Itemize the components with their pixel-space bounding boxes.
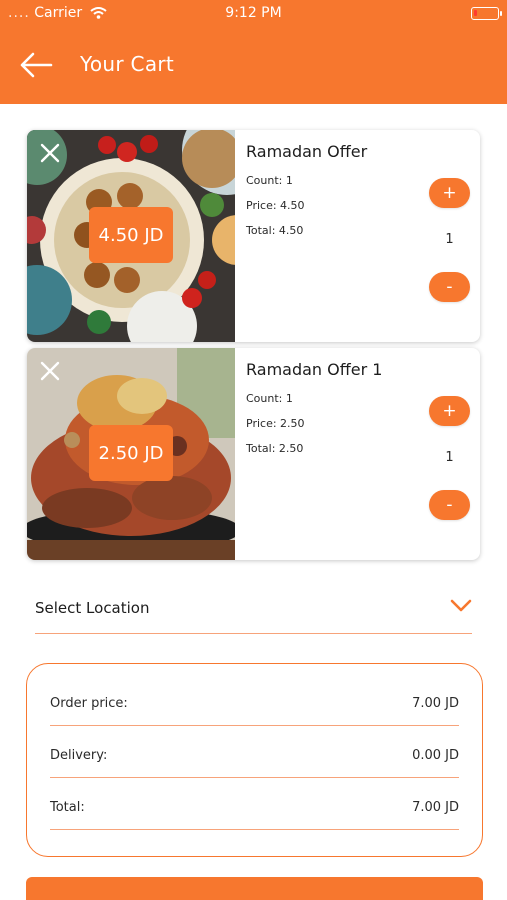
order-price-row: Order price: 7.00 JD <box>50 674 459 726</box>
decrease-quantity-button[interactable]: - <box>429 490 470 520</box>
item-name: Ramadan Offer <box>246 142 368 161</box>
item-name: Ramadan Offer 1 <box>246 360 383 379</box>
increase-quantity-button[interactable]: + <box>429 178 470 208</box>
order-summary: Order price: 7.00 JD Delivery: 0.00 JD T… <box>26 663 483 857</box>
quantity-value: 1 <box>445 232 454 247</box>
battery-icon <box>471 7 502 20</box>
page-title: Your Cart <box>80 52 175 76</box>
item-price: Price: 4.50 <box>246 199 305 212</box>
item-price: Price: 2.50 <box>246 417 305 430</box>
item-total: Total: 2.50 <box>246 442 304 455</box>
chevron-down-icon <box>450 599 472 612</box>
delivery-row: Delivery: 0.00 JD <box>50 726 459 778</box>
delivery-label: Delivery: <box>50 748 108 763</box>
close-icon[interactable] <box>39 142 61 164</box>
food-image: 2.50 JD <box>27 348 235 560</box>
total-row: Total: 7.00 JD <box>50 778 459 830</box>
food-image: 4.50 JD <box>27 130 235 342</box>
cart-item-card: 4.50 JD Ramadan Offer Count: 1 Price: 4.… <box>27 130 480 342</box>
checkout-button[interactable] <box>26 877 483 900</box>
status-time: 9:12 PM <box>225 5 282 21</box>
order-price-value: 7.00 JD <box>412 696 459 711</box>
price-badge: 2.50 JD <box>89 425 173 481</box>
location-select[interactable]: Select Location <box>35 590 472 634</box>
total-label: Total: <box>50 800 85 815</box>
close-icon[interactable] <box>39 360 61 382</box>
item-count: Count: 1 <box>246 174 293 187</box>
increase-quantity-button[interactable]: + <box>429 396 470 426</box>
decrease-quantity-button[interactable]: - <box>429 272 470 302</box>
back-arrow-icon[interactable] <box>18 50 54 80</box>
location-label: Select Location <box>35 599 150 617</box>
total-value: 7.00 JD <box>412 800 459 815</box>
order-price-label: Order price: <box>50 696 128 711</box>
cart-item-card: 2.50 JD Ramadan Offer 1 Count: 1 Price: … <box>27 348 480 560</box>
status-bar: .... Carrier 9:12 PM <box>0 3 507 23</box>
app-header: .... Carrier 9:12 PM Your Cart <box>0 0 507 104</box>
quantity-value: 1 <box>445 450 454 465</box>
price-badge: 4.50 JD <box>89 207 173 263</box>
item-total: Total: 4.50 <box>246 224 304 237</box>
delivery-value: 0.00 JD <box>412 748 459 763</box>
item-count: Count: 1 <box>246 392 293 405</box>
